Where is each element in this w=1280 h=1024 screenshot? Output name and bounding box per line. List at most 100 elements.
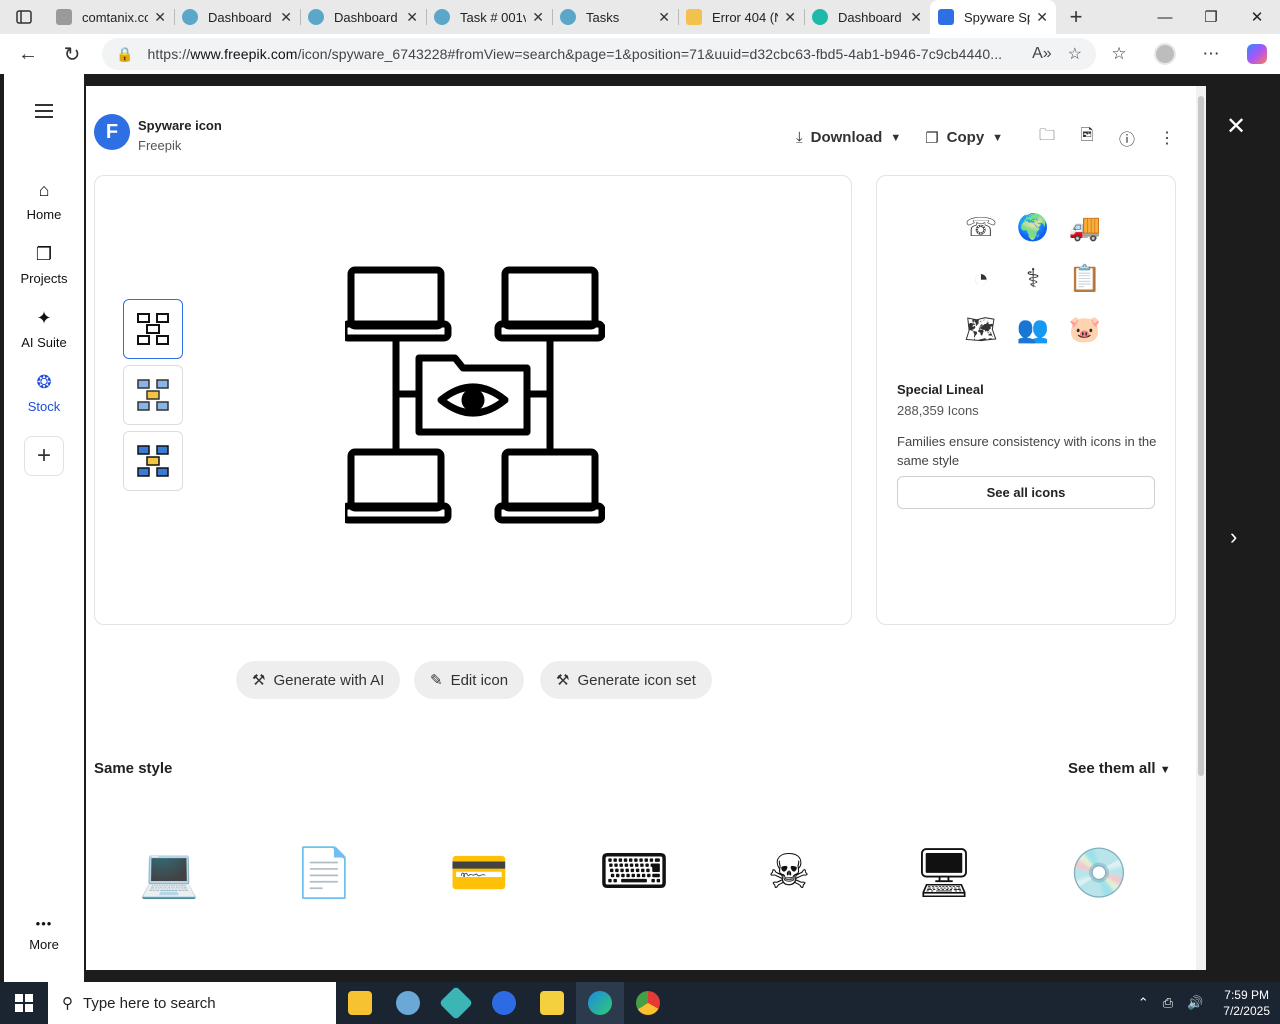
scrollbar-thumb[interactable] [1198,96,1204,776]
sidebar-item-projects[interactable]: ❐ Projects [4,244,84,286]
download-button[interactable]: ⤓ Download ▼ [796,129,901,146]
browser-tab[interactable]: Error 404 (N ✕ [678,0,804,34]
see-all-icons-button[interactable]: See all icons [897,476,1155,509]
variant-thumbnail-color[interactable] [123,365,183,425]
edge-browser-icon[interactable] [576,982,624,1024]
tab-favicon-icon [182,9,198,25]
new-tab-button[interactable]: + [1056,0,1096,34]
browser-tab[interactable]: Tasks ✕ [552,0,678,34]
family-icon-teamwork[interactable]: ⚕ [1007,263,1059,294]
zoom-app-icon[interactable] [480,982,528,1024]
sidebar-item-home[interactable]: ⌂ Home [4,180,84,222]
tab-close-icon[interactable]: ✕ [532,9,544,26]
see-them-all-button[interactable]: See them all ▼ [1068,760,1171,777]
system-tray: ⌃ ⎙ 🔊 7:59 PM 7/2/2025 [1138,982,1270,1024]
copy-label: Copy [946,129,985,146]
file-explorer-icon[interactable] [336,982,384,1024]
reload-icon[interactable]: ↻ [50,34,94,74]
more-options-icon[interactable]: ⋯ [1188,34,1234,74]
family-icon-pie-chart[interactable]: ◔ [955,263,1007,294]
same-style-icon-disc-skull[interactable]: 💿 [1064,838,1134,906]
tab-close-icon[interactable]: ✕ [658,9,670,26]
paint-app-icon[interactable] [384,982,432,1024]
close-window-icon[interactable]: ✕ [1234,0,1280,34]
tab-close-icon[interactable]: ✕ [280,9,292,26]
tab-favicon-icon [686,9,702,25]
family-icon-globe[interactable]: 🌍 [1007,212,1059,243]
sticky-notes-icon[interactable] [528,982,576,1024]
variant-thumbnail-filled[interactable] [123,431,183,491]
profile-avatar[interactable] [1142,34,1188,74]
browser-tab[interactable]: Task # 001v ✕ [426,0,552,34]
same-style-icon-exe-warning[interactable]: 📄 [289,838,359,906]
site-info-icon[interactable]: 🔒 [116,46,133,63]
windows-start-icon[interactable] [0,982,48,1024]
favorites-icon[interactable]: ☆ [1096,34,1142,74]
taskbar-clock[interactable]: 7:59 PM 7/2/2025 [1223,987,1270,1019]
sidebar-item-label: Stock [27,399,61,414]
freepik-logo[interactable]: F [94,114,130,150]
network-icon[interactable]: ⎙ [1163,995,1173,1011]
back-icon[interactable]: ← [6,34,50,74]
sidebar-item-label: AI Suite [21,335,67,350]
url-field[interactable]: 🔒 https://www.freepik.com/icon/spyware_6… [102,38,1096,70]
close-modal-icon[interactable]: ✕ [1226,112,1246,141]
save-to-collection-icon[interactable]: 🗀 [1027,124,1067,151]
family-icon-piggy-bank[interactable]: 🐷 [1059,314,1111,345]
family-icon-truck[interactable]: 🚚 [1059,212,1111,243]
magic-wand-icon: ⚒ [252,672,266,689]
family-icon-group[interactable]: 👥 [1007,314,1059,345]
modal-scrollbar[interactable] [1196,86,1206,970]
read-aloud-icon[interactable]: A» [1032,45,1052,63]
copy-button[interactable]: ❐ Copy ▼ [925,129,1003,147]
tab-close-icon[interactable]: ✕ [406,9,418,26]
volume-icon[interactable]: 🔊 [1187,995,1203,1011]
sidebar-item-stock[interactable]: ❂ Stock [4,372,84,414]
tab-favicon-icon [434,9,450,25]
app-icon[interactable] [432,982,480,1024]
icon-author[interactable]: Freepik [138,138,181,153]
info-icon[interactable]: ⓘ [1107,126,1147,150]
kebab-menu-icon[interactable]: ⋮ [1147,128,1187,148]
variant-thumbnail-lineal[interactable] [123,299,183,359]
family-icon-map[interactable]: 🗺 [955,314,1007,345]
chrome-browser-icon[interactable] [624,982,672,1024]
minimize-icon[interactable]: — [1142,0,1188,34]
spyware-icon [345,266,605,524]
show-hidden-icons-icon[interactable]: ⌃ [1138,995,1149,1011]
tab-close-icon[interactable]: ✕ [154,9,166,26]
browser-tab-active[interactable]: Spyware Sp ✕ [930,0,1056,34]
same-style-icon-laptop-skull[interactable]: ☠ [754,838,824,906]
browser-tab[interactable]: Dashboard ✕ [174,0,300,34]
generate-icon-set-button[interactable]: ⚒ Generate icon set [540,661,712,699]
generate-with-ai-button[interactable]: ⚒ Generate with AI [236,661,401,699]
family-icon-social[interactable]: ☏ [955,212,1007,243]
add-icon[interactable]: + [24,436,64,476]
sidebar-item-more[interactable]: ••• More [4,916,84,952]
tab-title: Dashboard [208,9,272,25]
sidebar-item-label: More [29,937,59,952]
edit-icon-button[interactable]: ✎ Edit icon [414,661,525,699]
tab-close-icon[interactable]: ✕ [1036,9,1048,26]
same-style-icon-laptop-lock[interactable]: 💻 [134,838,204,906]
browser-tab[interactable]: comtanix.com ✕ [48,0,174,34]
same-style-icon-monitor-blocked[interactable]: 🖥 [909,838,979,906]
family-icon-checklist[interactable]: 📋 [1059,263,1111,294]
taskbar-search-input[interactable]: ⚲ Type here to search [48,982,336,1024]
edit-image-icon[interactable]: 🖻 [1067,124,1107,151]
next-icon-arrow-icon[interactable]: › [1230,524,1237,550]
family-name[interactable]: Special Lineal [897,382,984,397]
tab-actions-icon[interactable] [0,0,48,34]
browser-tab[interactable]: Dashboard ✕ [300,0,426,34]
favorite-star-icon[interactable]: ☆ [1068,44,1082,64]
restore-icon[interactable]: ❐ [1188,0,1234,34]
same-style-icon-card-bug[interactable]: 💳 [444,838,514,906]
tab-close-icon[interactable]: ✕ [784,9,796,26]
browser-tab[interactable]: Dashboard ✕ [804,0,930,34]
copilot-icon[interactable] [1234,34,1280,74]
same-style-icon-keyboard-spy[interactable]: ⌨ [599,838,669,906]
hamburger-menu-icon[interactable] [4,104,84,121]
taskbar-search-placeholder: Type here to search [83,994,216,1012]
tab-close-icon[interactable]: ✕ [910,9,922,26]
sidebar-item-ai-suite[interactable]: ✦ AI Suite [4,308,84,350]
